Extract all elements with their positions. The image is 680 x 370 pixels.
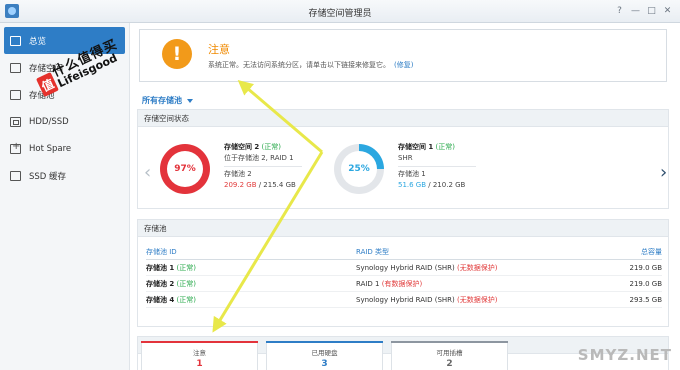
volume-name: 存储空间 1 <box>398 143 434 151</box>
sidebar-item-label: 总览 <box>29 36 47 47</box>
section-header: 存储池 <box>138 220 668 237</box>
chevron-down-icon <box>187 98 193 103</box>
pool-name: 存储池 4 <box>146 295 175 304</box>
pool-capacity: 219.0 GB <box>629 279 663 288</box>
overview-icon <box>10 35 21 46</box>
volume-info: 存储空间 1 (正常) SHR 存储池 1 51.6 GB / 210.2 GB <box>398 142 476 191</box>
volume-status: (正常) <box>435 143 456 151</box>
raid-note: (无数据保护) <box>457 263 498 272</box>
total-capacity: / 215.4 GB <box>256 181 296 189</box>
pool-status: (正常) <box>176 279 197 288</box>
sidebar-item-hot-spare[interactable]: Hot Spare <box>0 135 129 162</box>
tile-label: 注意 <box>193 349 206 357</box>
disk-tile-available[interactable]: 可用插槽 2 <box>391 341 508 370</box>
used-capacity: 51.6 GB <box>398 181 427 189</box>
minimize-icon[interactable]: — <box>629 4 642 17</box>
pool-table: 存储池 ID RAID 类型 总容量 存储池 1 (正常) Synology H… <box>146 244 662 308</box>
column-header[interactable]: RAID 类型 <box>356 247 572 257</box>
column-header[interactable]: 存储池 ID <box>146 247 356 257</box>
disk-icon <box>10 116 21 127</box>
window-title: 存储空间管理员 <box>308 9 372 19</box>
disk-tile-used[interactable]: 已用硬盘 3 <box>266 341 383 370</box>
divider <box>224 166 302 167</box>
pool-name: 存储池 1 <box>146 263 175 272</box>
table-row[interactable]: 存储池 2 (正常) RAID 1 (有数据保护) 219.0 GB <box>146 276 662 292</box>
volume-status: (正常) <box>261 143 282 151</box>
storage-volume-icon <box>10 62 21 73</box>
raid-note: (无数据保护) <box>457 295 498 304</box>
sidebar-item-label: Hot Spare <box>29 143 72 154</box>
tile-label: 可用插槽 <box>436 349 463 357</box>
chevron-right-icon[interactable]: › <box>660 162 667 183</box>
raid-note: (有数据保护) <box>381 279 423 288</box>
notice-text-row: 系统正常。无法访问系统分区，请单击以下链接来修复它。 (修复) <box>208 60 413 70</box>
main-panel: ! 注意 系统正常。无法访问系统分区，请单击以下链接来修复它。 (修复) 所有存储… <box>131 23 680 370</box>
volume-location: 位于存储池 2, RAID 1 <box>224 154 294 162</box>
section-header: 存储空间状态 <box>138 110 668 127</box>
usage-percent: 97% <box>167 151 203 187</box>
column-header[interactable]: 总容量 <box>572 247 662 257</box>
table-header: 存储池 ID RAID 类型 总容量 <box>146 244 662 260</box>
disk-tiles: 注意 1 已用硬盘 3 可用插槽 2 <box>141 341 508 370</box>
maximize-icon[interactable]: □ <box>645 4 658 17</box>
sidebar-item-label: SSD 缓存 <box>29 171 67 182</box>
hot-spare-icon <box>10 141 21 154</box>
raid-type: Synology Hybrid RAID (SHR) <box>356 295 455 304</box>
table-row[interactable]: 存储池 4 (正常) Synology Hybrid RAID (SHR) (无… <box>146 292 662 308</box>
used-capacity: 209.2 GB <box>224 181 257 189</box>
volume-pool: 存储池 2 <box>224 170 252 178</box>
tile-label: 已用硬盘 <box>311 349 338 357</box>
volume-info: 存储空间 2 (正常) 位于存储池 2, RAID 1 存储池 2 209.2 … <box>224 142 302 191</box>
usage-percent: 25% <box>341 151 377 187</box>
volume-status-section: 存储空间状态 ‹ 97% 存储空间 2 (正常) 位于存储池 2, RAID 1… <box>137 109 669 209</box>
site-watermark: SMYZ.NET <box>577 346 672 364</box>
tile-value: 2 <box>446 359 453 369</box>
repair-link[interactable]: (修复) <box>394 61 413 69</box>
warning-icon: ! <box>162 39 192 69</box>
notice-title: 注意 <box>208 43 230 56</box>
volume-name: 存储空间 2 <box>224 143 260 151</box>
window-controls: ? — □ ✕ <box>613 4 674 17</box>
storage-pool-icon <box>10 89 21 100</box>
raid-type: Synology Hybrid RAID (SHR) <box>356 263 455 272</box>
pool-selector-label: 所有存储池 <box>142 96 182 105</box>
tile-value: 1 <box>196 359 203 369</box>
volume-usage-ring: 97% <box>160 144 210 194</box>
chevron-left-icon[interactable]: ‹ <box>144 162 151 183</box>
divider <box>398 166 476 167</box>
storage-pool-section: 存储池 存储池 ID RAID 类型 总容量 存储池 1 (正常) Synolo… <box>137 219 669 327</box>
pool-status: (正常) <box>176 263 197 272</box>
pool-selector[interactable]: 所有存储池 <box>142 95 193 106</box>
close-icon[interactable]: ✕ <box>661 4 674 17</box>
notice-text: 系统正常。无法访问系统分区，请单击以下链接来修复它。 <box>208 61 390 69</box>
pool-status: (正常) <box>176 295 197 304</box>
ssd-cache-icon <box>10 170 21 181</box>
pool-capacity: 293.5 GB <box>629 295 663 304</box>
volume-usage-ring: 25% <box>334 144 384 194</box>
total-capacity: / 210.2 GB <box>426 181 466 189</box>
pool-capacity: 219.0 GB <box>629 263 663 272</box>
sidebar-item-hdd-ssd[interactable]: HDD/SSD <box>0 108 129 135</box>
pool-name: 存储池 2 <box>146 279 175 288</box>
volume-location: SHR <box>398 154 413 162</box>
tile-value: 3 <box>321 359 328 369</box>
sidebar-item-ssd-cache[interactable]: SSD 缓存 <box>0 162 129 189</box>
volume-pool: 存储池 1 <box>398 170 426 178</box>
notice-box: ! 注意 系统正常。无法访问系统分区，请单击以下链接来修复它。 (修复) <box>139 29 667 82</box>
disk-tile-warning[interactable]: 注意 1 <box>141 341 258 370</box>
raid-type: RAID 1 <box>356 279 380 288</box>
sidebar-item-label: HDD/SSD <box>29 116 69 127</box>
help-icon[interactable]: ? <box>613 4 626 17</box>
table-row[interactable]: 存储池 1 (正常) Synology Hybrid RAID (SHR) (无… <box>146 260 662 276</box>
